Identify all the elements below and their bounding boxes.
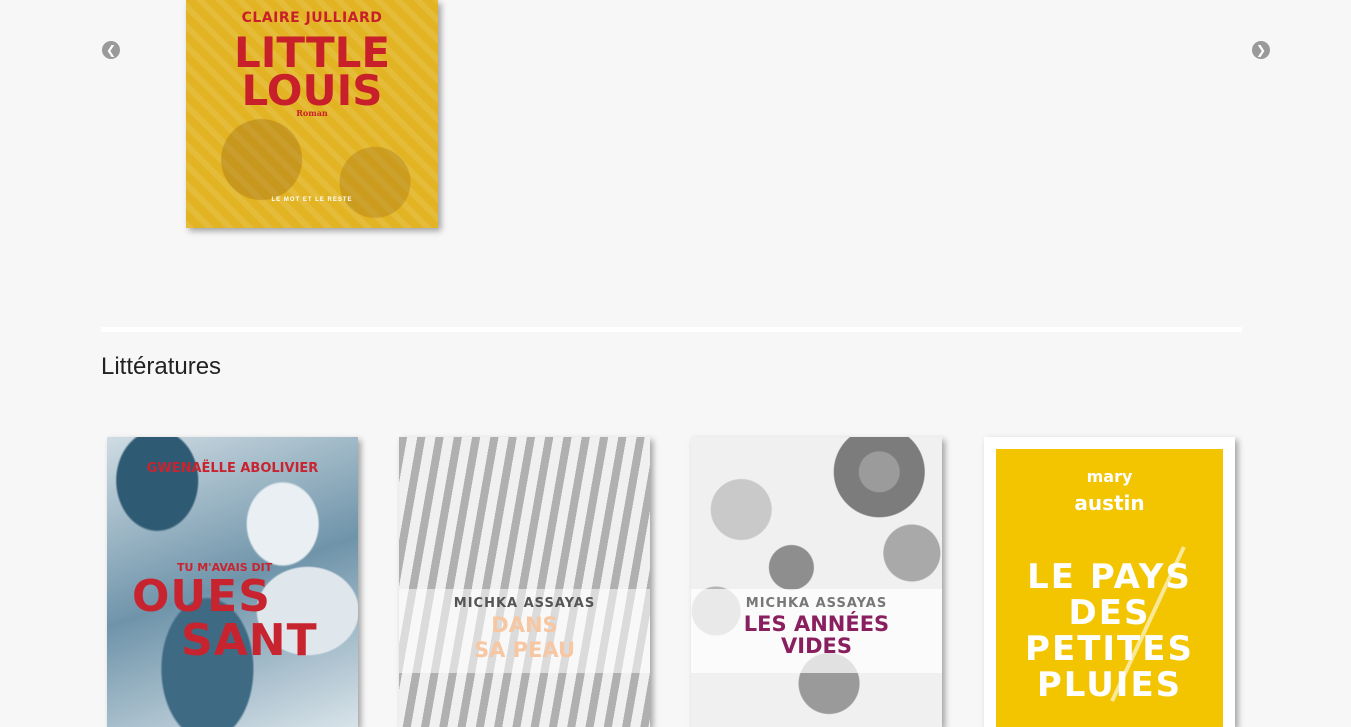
zebra-pattern xyxy=(399,437,650,727)
featured-book-genre: Roman xyxy=(296,108,328,118)
book-title-line-2: VIDES xyxy=(781,634,852,658)
book-author: MICHKA ASSAYAS xyxy=(745,596,888,611)
section-divider xyxy=(101,327,1242,332)
book-author-last: austin xyxy=(1074,491,1145,515)
book-author: MICHKA ASSAYAS xyxy=(453,596,596,611)
section-title: Littératures xyxy=(101,353,222,380)
book-title-line-4: PLUIES xyxy=(1036,665,1183,705)
book-title-line-1: LE PAYS xyxy=(1027,557,1192,597)
cover-panel: mary austin LE PAYS DES PETITES PLUIES xyxy=(996,449,1223,727)
book-cover-les-annees-vides[interactable]: MICHKA ASSAYAS LES ANNÉES VIDES xyxy=(691,437,942,727)
book-title-line-1: LES ANNÉES xyxy=(743,612,890,636)
book-title: LES ANNÉES VIDES xyxy=(691,613,942,657)
book-title-line-2: SA PEAU xyxy=(473,638,576,662)
book-title-line-1: DANS xyxy=(491,613,558,637)
quote-icon: ” xyxy=(1166,0,1193,38)
featured-book-author: CLAIRE JULLIARD xyxy=(241,10,383,26)
featured-title-line-2: LOUIS xyxy=(241,66,383,115)
featured-book-title: LITTLE LOUIS xyxy=(186,32,438,115)
book-title-line-2: SANT xyxy=(181,615,318,666)
book-author-first: mary xyxy=(1086,467,1133,486)
book-title: LE PAYS DES PETITES PLUIES xyxy=(996,559,1223,703)
featured-book-publisher: LE MOT ET LE RESTE xyxy=(271,197,353,203)
book-author: GWENAËLLE ABOLIVIER xyxy=(146,461,319,476)
carousel-next-button[interactable]: ❯ xyxy=(1252,41,1270,59)
book-title-line-3: PETITES xyxy=(1025,629,1194,669)
book-title: DANS SA PEAU xyxy=(399,613,650,663)
book-title-line-2: DES xyxy=(1068,593,1151,633)
book-cover-dans-sa-peau[interactable]: MICHKA ASSAYAS DANS SA PEAU xyxy=(399,437,650,727)
floral-pattern xyxy=(691,437,942,727)
featured-book-cover[interactable]: CLAIRE JULLIARD LITTLE LOUIS Roman LE MO… xyxy=(186,0,438,228)
book-cover-ouessant[interactable]: GWENAËLLE ABOLIVIER TU M'AVAIS DIT OUES … xyxy=(107,437,358,727)
carousel-prev-button[interactable]: ❮ xyxy=(102,41,120,59)
book-cover-le-pays-des-petites-pluies[interactable]: mary austin LE PAYS DES PETITES PLUIES xyxy=(984,437,1235,727)
